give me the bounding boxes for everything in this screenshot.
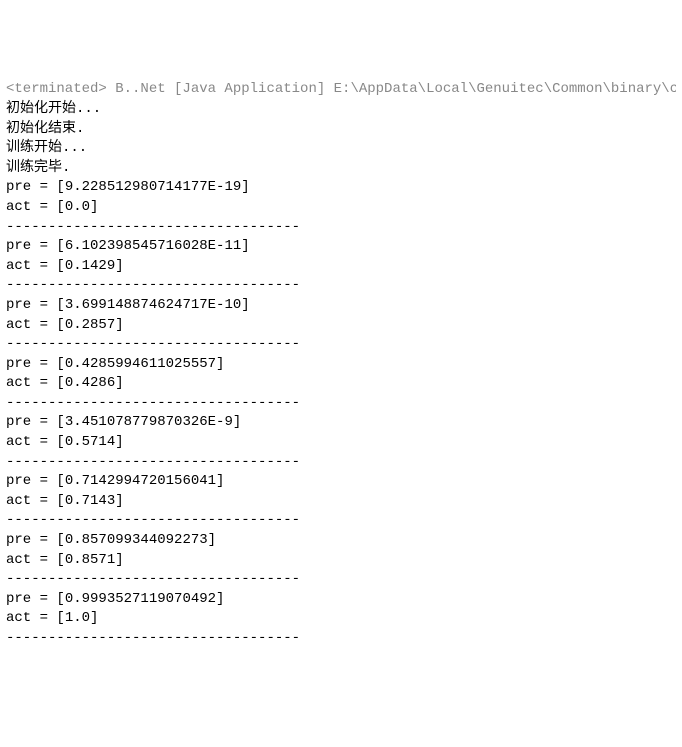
result-act: act = [1.0]: [6, 609, 676, 629]
result-pre: pre = [3.699148874624717E-10]: [6, 296, 676, 316]
separator: -----------------------------------: [6, 276, 676, 296]
header-line: <terminated> B..Net [Java Application] E…: [6, 80, 676, 100]
status-line: 训练开始...: [6, 139, 676, 159]
result-pre: pre = [6.102398545716028E-11]: [6, 237, 676, 257]
status-line: 初始化开始...: [6, 100, 676, 120]
separator: -----------------------------------: [6, 394, 676, 414]
result-pre: pre = [0.857099344092273]: [6, 531, 676, 551]
separator: -----------------------------------: [6, 453, 676, 473]
result-pre: pre = [9.228512980714177E-19]: [6, 178, 676, 198]
separator: -----------------------------------: [6, 629, 676, 649]
separator: -----------------------------------: [6, 218, 676, 238]
status-line: 初始化结束.: [6, 120, 676, 140]
result-act: act = [0.4286]: [6, 374, 676, 394]
result-act: act = [0.7143]: [6, 492, 676, 512]
separator: -----------------------------------: [6, 335, 676, 355]
result-act: act = [0.8571]: [6, 551, 676, 571]
status-line: 训练完毕.: [6, 159, 676, 179]
separator: -----------------------------------: [6, 511, 676, 531]
result-act: act = [0.5714]: [6, 433, 676, 453]
result-pre: pre = [0.9993527119070492]: [6, 590, 676, 610]
result-pre: pre = [3.451078779870326E-9]: [6, 413, 676, 433]
result-pre: pre = [0.7142994720156041]: [6, 472, 676, 492]
result-act: act = [0.1429]: [6, 257, 676, 277]
result-act: act = [0.2857]: [6, 316, 676, 336]
console-output: <terminated> B..Net [Java Application] E…: [6, 80, 676, 648]
result-act: act = [0.0]: [6, 198, 676, 218]
result-pre: pre = [0.4285994611025557]: [6, 355, 676, 375]
